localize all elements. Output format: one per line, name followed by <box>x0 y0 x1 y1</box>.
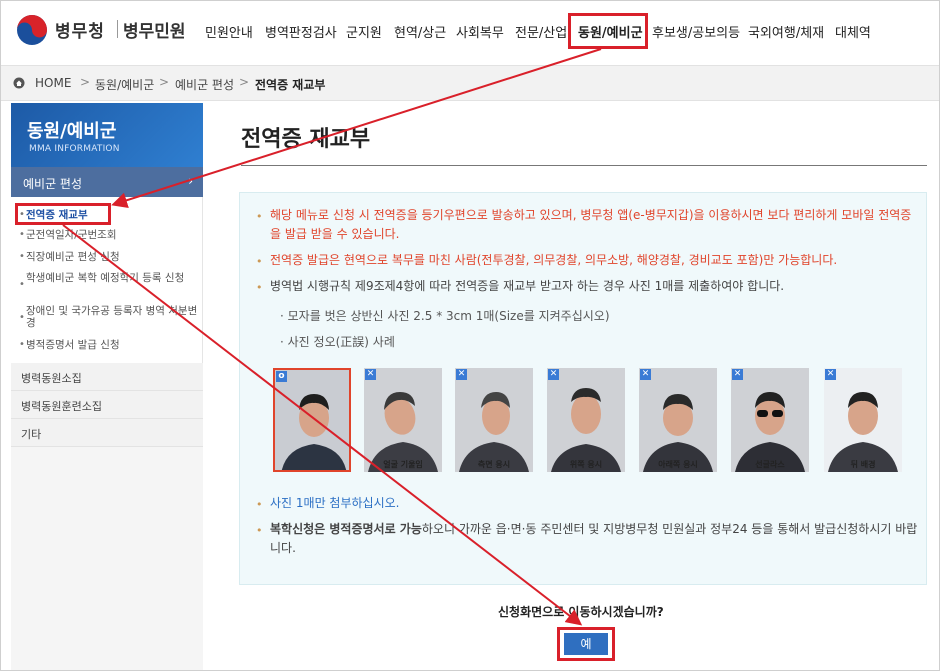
sidebar-item-military-certificate[interactable]: 병적증명서 발급 신청 <box>26 339 120 351</box>
yes-button-highlight: 예 <box>557 627 615 661</box>
sidebar-section-label: 병력동원훈련소집 <box>21 400 102 413</box>
brand-secondary[interactable]: 병무민원 <box>123 17 186 42</box>
breadcrumb-current: 전역증 재교부 <box>255 78 326 92</box>
brand-primary[interactable]: 병무청 <box>55 17 105 42</box>
nav-item-industrial[interactable]: 전문/산업 <box>515 22 567 41</box>
nav-highlight-annotation <box>568 13 648 49</box>
notice-eligibility: 전역증 발급은 현역으로 복무를 마친 사람(전투경찰, 의무경찰, 의무소방,… <box>270 253 838 267</box>
sidebar-section-label: 예비군 편성 <box>23 177 83 191</box>
breadcrumb-chevron-icon: > <box>159 75 170 89</box>
bullet-icon: • <box>19 251 25 262</box>
sidebar-section-force-mobilization[interactable]: 병력동원소집 <box>11 363 203 391</box>
close-icon: ✕ <box>365 369 376 380</box>
sidebar-title: 동원/예비군 <box>27 121 117 142</box>
photo-size-note: · 모자를 벗은 상반신 사진 2.5 * 3cm 1매(Size를 지켜주십시… <box>280 309 610 323</box>
nav-item-overseas[interactable]: 국외여행/체재 <box>748 22 824 41</box>
bullet-icon: • <box>19 279 25 290</box>
bullet-icon: • <box>256 255 263 268</box>
photo-examples-text: 사진 정오(正誤) 사례 <box>287 335 395 349</box>
photo-caption: 선글라스 <box>755 460 785 469</box>
nav-item-alternative-service[interactable]: 대체역 <box>835 22 871 41</box>
bullet-icon: • <box>19 229 25 240</box>
breadcrumb-chevron-icon: > <box>80 75 91 89</box>
sidebar-item-workplace-reserve[interactable]: 직장예비군 편성 신청 <box>26 251 120 263</box>
photo-caption: 뒤 배경 <box>850 460 876 469</box>
notice-one-photo: 사진 1매만 첨부하십시오. <box>270 496 400 510</box>
sidebar-subtitle: MMA INFORMATION <box>29 144 120 154</box>
portrait-icon <box>275 370 349 470</box>
bullet-icon: • <box>256 210 263 223</box>
bullet-icon: • <box>256 498 263 511</box>
photo-caption: 측면 응시 <box>477 460 511 469</box>
photo-example-tilted: ✕ 얼굴 기울임 <box>364 368 442 472</box>
home-icon[interactable] <box>13 77 25 89</box>
portrait-icon <box>731 368 809 472</box>
sidebar-item-student-reserve[interactable]: 학생예비군 복학 예정학기 등록 신청 <box>26 272 196 284</box>
close-icon: ✕ <box>548 369 559 380</box>
notice-photo-requirement: 병역법 시행규칙 제9조제4항에 따라 전역증을 재교부 받고자 하는 경우 사… <box>270 279 785 293</box>
breadcrumb-home[interactable]: HOME <box>35 76 71 90</box>
sidebar-item-disability-change[interactable]: 장애인 및 국가유공 등록자 병역 처분변경 <box>26 305 198 329</box>
taegeuk-logo-icon[interactable] <box>15 13 49 47</box>
sidebar-filler <box>11 447 203 670</box>
photo-example-side-gaze: ✕ 측면 응시 <box>455 368 533 472</box>
bullet-icon: • <box>19 339 25 350</box>
breadcrumb-chevron-icon: > <box>239 75 250 89</box>
portrait-icon <box>364 368 442 472</box>
breadcrumb-mobilization[interactable]: 동원/예비군 <box>95 76 154 93</box>
photo-example-up-gaze: ✕ 위쪽 응시 <box>547 368 625 472</box>
photo-caption: 위쪽 응시 <box>569 460 603 469</box>
nav-item-military-exam[interactable]: 병역판정검사 <box>265 22 337 41</box>
portrait-icon <box>455 368 533 472</box>
nav-item-candidates[interactable]: 후보생/공보의등 <box>652 22 740 41</box>
sidebar-header: 동원/예비군 MMA INFORMATION <box>11 103 203 167</box>
photo-caption: 아래쪽 응시 <box>658 460 698 469</box>
nav-item-civil-guide[interactable]: 민원안내 <box>205 22 253 41</box>
confirm-question: 신청화면으로 이동하시겠습니까? <box>498 605 664 619</box>
bullet-icon: • <box>256 524 263 537</box>
browser-page: 병무청 병무민원 민원안내 병역판정검사 군지원 현역/상근 사회복무 전문/산… <box>0 0 940 671</box>
close-icon: ✕ <box>640 369 651 380</box>
bullet-icon: • <box>256 281 263 294</box>
portrait-icon <box>547 368 625 472</box>
nav-item-social-service[interactable]: 사회복무 <box>456 22 504 41</box>
photo-example-sunglasses: ✕ 선글라스 <box>731 368 809 472</box>
sidebar-section-label: 기타 <box>21 428 42 441</box>
sidebar-section-label: 병력동원소집 <box>21 372 82 385</box>
yes-button[interactable]: 예 <box>564 633 608 655</box>
notice-reenrollment: 복학신청은 병적증명서로 가능하오니 가까운 읍·면·동 주민센터 및 지방병무… <box>270 520 918 558</box>
photo-example-correct: o <box>273 368 351 472</box>
sidebar-section-mobilization-training[interactable]: 병력동원훈련소집 <box>11 391 203 419</box>
notice-box: • 해당 메뉴로 신청 시 전역증을 등기우편으로 발송하고 있으며, 병무청 … <box>239 192 927 585</box>
status-marker-icon: o <box>276 371 287 382</box>
notice-reenrollment-bold: 복학신청은 병적증명서로 가능 <box>270 522 422 536</box>
notice-mobile-option: 해당 메뉴로 신청 시 전역증을 등기우편으로 발송하고 있으며, 병무청 앱(… <box>270 208 912 241</box>
sidebar-section-reserve-formation[interactable]: 예비군 편성 › <box>11 167 203 197</box>
close-icon: ✕ <box>456 369 467 380</box>
site-header: 병무청 병무민원 민원안내 병역판정검사 군지원 현역/상근 사회복무 전문/산… <box>1 1 939 65</box>
breadcrumb-reserve-formation[interactable]: 예비군 편성 <box>175 76 234 93</box>
photo-example-background: ✕ 뒤 배경 <box>824 368 902 472</box>
title-divider <box>241 165 927 166</box>
sidebar-item-discharge-date-lookup[interactable]: 군전역일자/군번조회 <box>26 229 116 241</box>
photo-size-text: 모자를 벗은 상반신 사진 2.5 * 3cm 1매(Size를 지켜주십시오) <box>287 309 610 323</box>
sidebar-section-etc[interactable]: 기타 <box>11 419 203 447</box>
portrait-icon <box>639 368 717 472</box>
close-icon: ✕ <box>825 369 836 380</box>
brand-divider <box>117 20 118 38</box>
photo-example-down-gaze: ✕ 아래쪽 응시 <box>639 368 717 472</box>
nav-item-active-duty[interactable]: 현역/상근 <box>394 22 446 41</box>
chevron-right-icon: › <box>188 174 193 188</box>
portrait-icon <box>824 368 902 472</box>
photo-caption: 얼굴 기울임 <box>383 460 423 469</box>
breadcrumb: HOME > 동원/예비군 > 예비군 편성 > 전역증 재교부 <box>1 65 939 101</box>
submenu-highlight-annotation <box>15 203 111 225</box>
page-title: 전역증 재교부 <box>241 127 371 152</box>
photo-examples-note: · 사진 정오(正誤) 사례 <box>280 335 395 349</box>
nav-item-enlistment[interactable]: 군지원 <box>346 22 382 41</box>
bullet-icon: • <box>19 312 25 323</box>
close-icon: ✕ <box>732 369 743 380</box>
